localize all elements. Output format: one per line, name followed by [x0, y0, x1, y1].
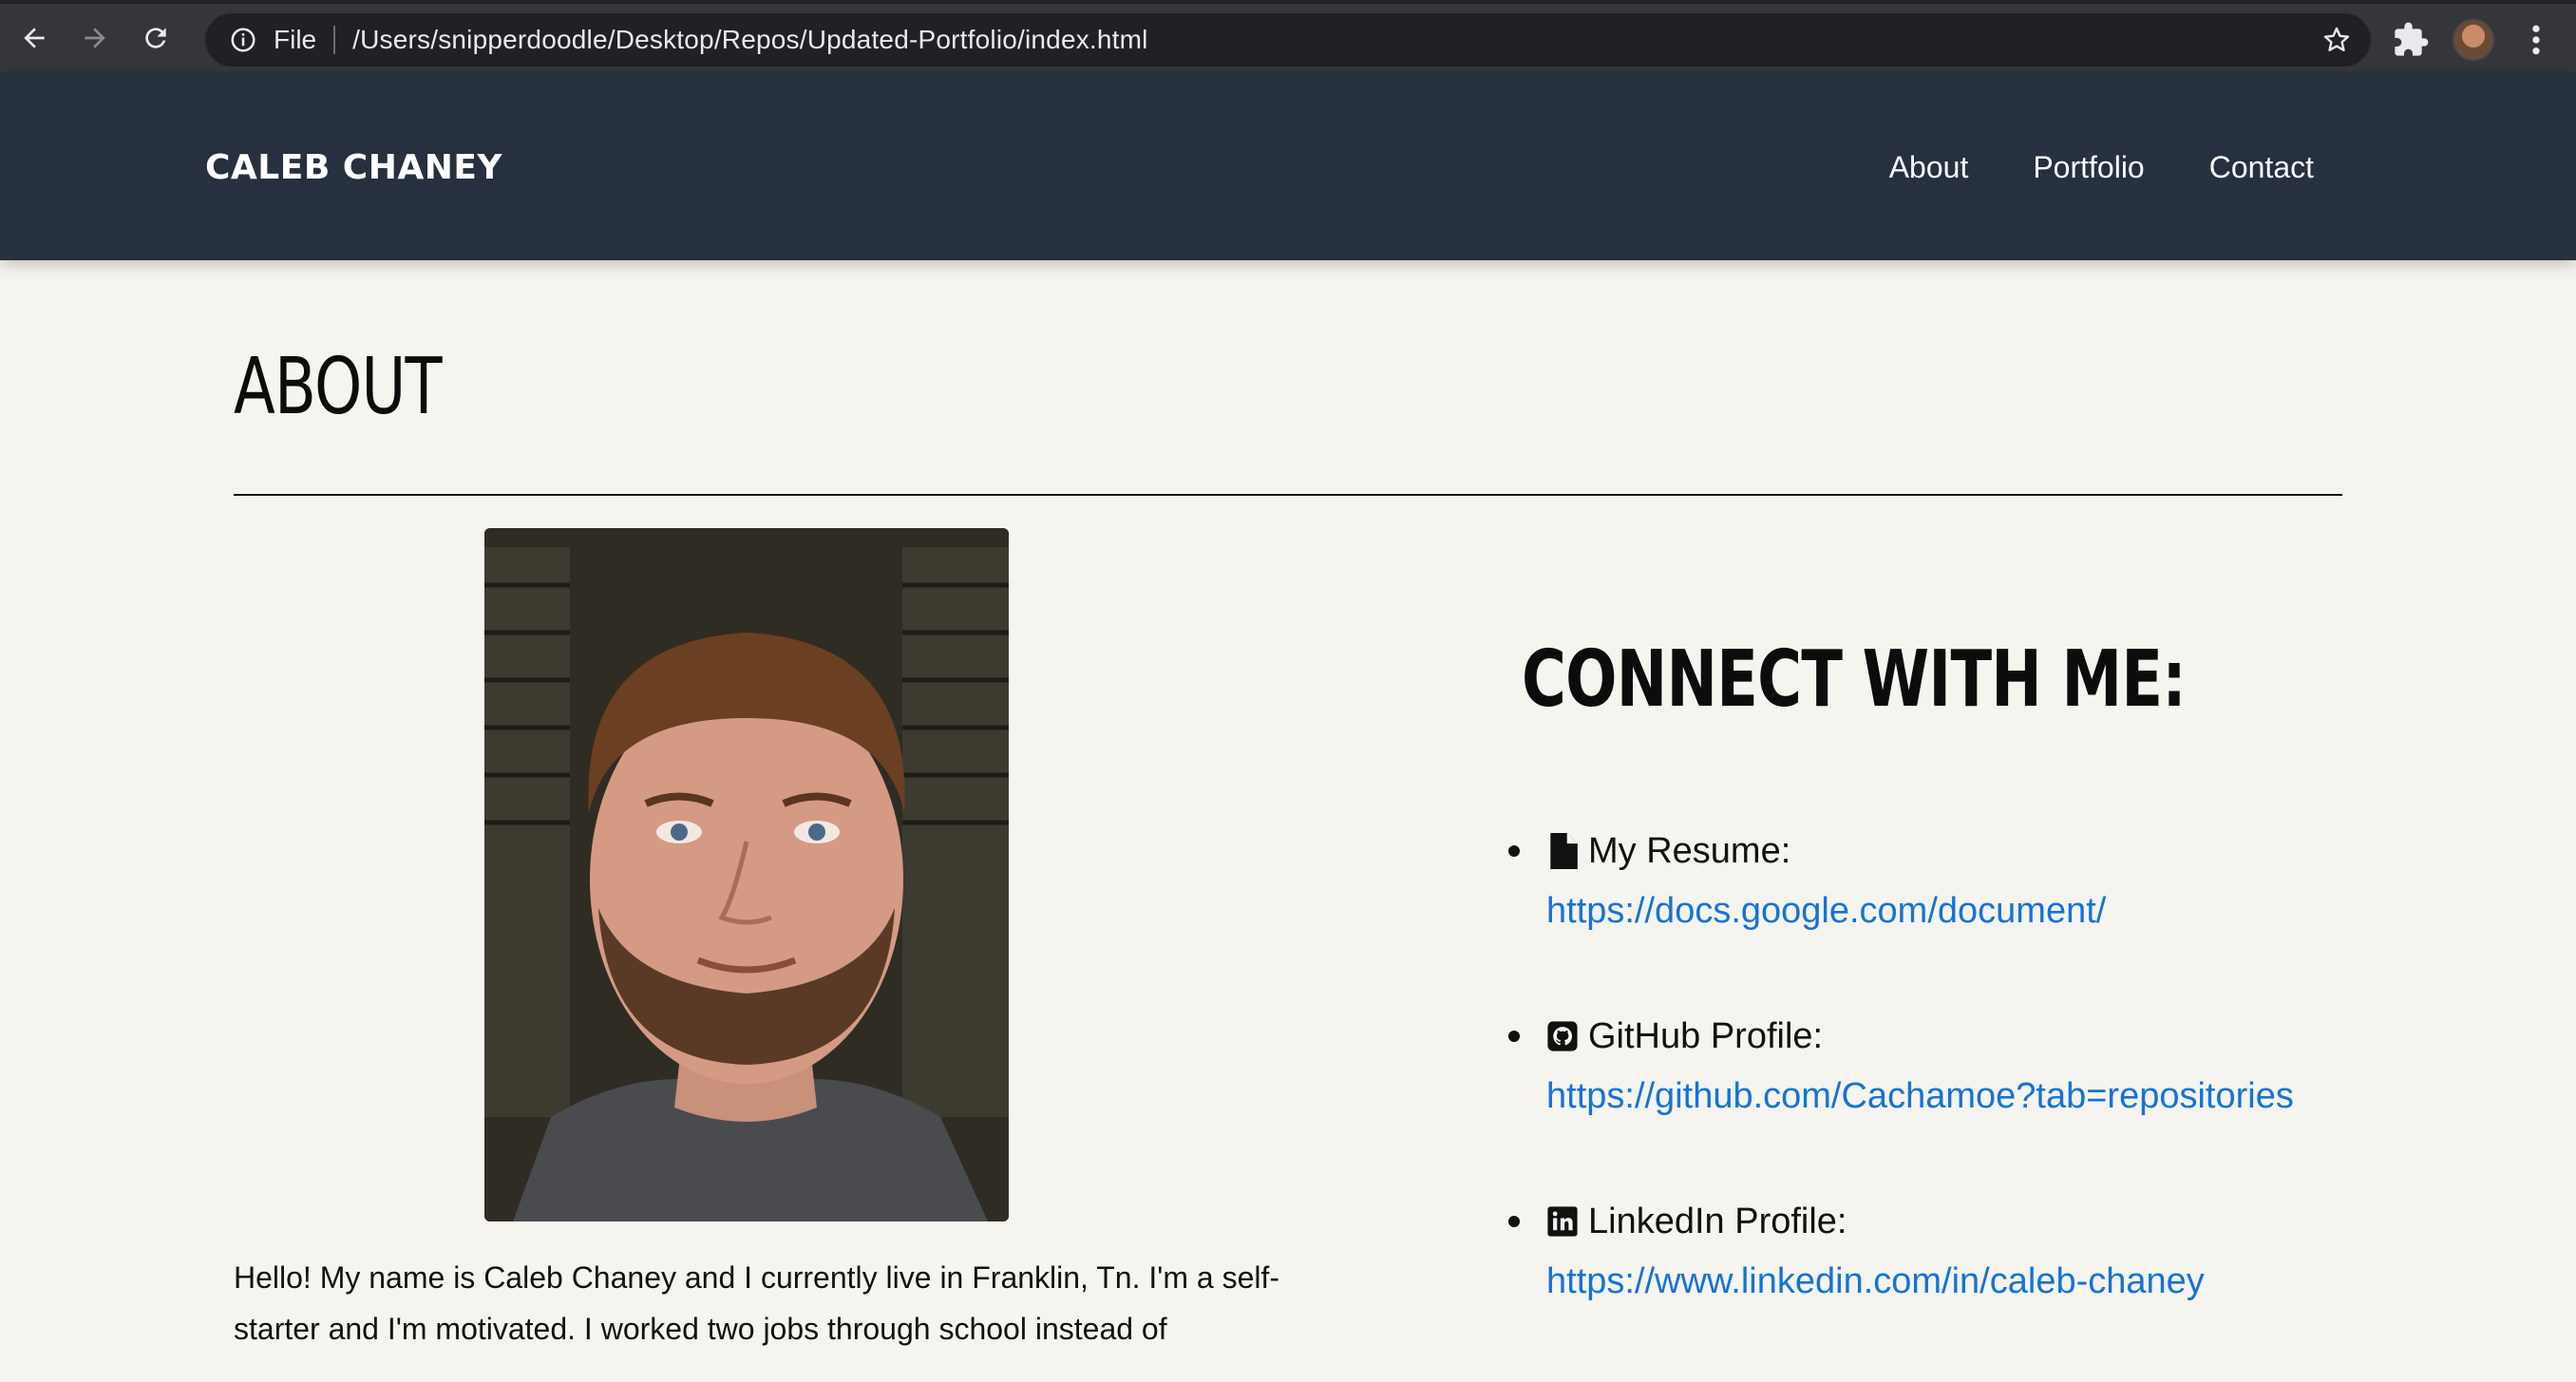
arrow-right-icon: [85, 28, 105, 48]
info-icon[interactable]: [228, 25, 258, 55]
url-divider: [333, 26, 336, 54]
address-bar[interactable]: File /Users/snipperdoodle/Desktop/Repos/…: [205, 13, 2371, 66]
nav-about-link[interactable]: About: [1889, 150, 1969, 185]
linkedin-icon: [1547, 1206, 1578, 1237]
list-bullet: [1508, 1031, 1520, 1042]
more-vert-icon[interactable]: [2523, 21, 2549, 59]
list-bullet: [1508, 1216, 1520, 1227]
bio-paragraph: Hello! My name is Caleb Chaney and I cur…: [234, 1260, 1280, 1346]
back-button[interactable]: [8, 11, 61, 65]
github-icon: [1547, 1021, 1578, 1051]
list-bullet: [1508, 845, 1520, 857]
reload-button[interactable]: [129, 11, 182, 65]
file-scheme-label: File: [274, 25, 317, 54]
site-nav: About Portfolio Contact: [1889, 150, 2314, 185]
github-label: GitHub Profile:: [1588, 1015, 1824, 1056]
profile-photo: [484, 528, 1009, 1221]
nav-portfolio-link[interactable]: Portfolio: [2033, 150, 2144, 185]
connect-list: My Resume: https://docs.google.com/docum…: [1501, 826, 2451, 1382]
list-item-linkedin: LinkedIn Profile: https://www.linkedin.c…: [1501, 1197, 2451, 1302]
list-item-github: GitHub Profile: https://github.com/Cacha…: [1501, 1012, 2451, 1117]
forward-button[interactable]: [68, 11, 122, 65]
resume-label: My Resume:: [1588, 830, 1791, 871]
connect-heading: CONNECT WITH ME:: [1522, 634, 2187, 725]
profile-avatar[interactable]: [2453, 19, 2494, 61]
section-divider: [234, 494, 2342, 496]
nav-contact-link[interactable]: Contact: [2209, 150, 2314, 185]
star-icon[interactable]: [2321, 25, 2352, 55]
linkedin-link[interactable]: https://www.linkedin.com/in/caleb-chaney: [1546, 1261, 2451, 1302]
url-text[interactable]: /Users/snipperdoodle/Desktop/Repos/Updat…: [352, 25, 1147, 55]
list-item-resume: My Resume: https://docs.google.com/docum…: [1501, 826, 2451, 932]
file-icon: [1550, 833, 1578, 869]
about-heading: ABOUT: [234, 342, 443, 432]
arrow-left-icon: [24, 28, 45, 48]
browser-toolbar: File /Users/snipperdoodle/Desktop/Repos/…: [0, 0, 2576, 72]
resume-link[interactable]: https://docs.google.com/document/: [1546, 891, 2451, 932]
extensions-icon[interactable]: [2392, 21, 2430, 59]
github-link[interactable]: https://github.com/Cachamoe?tab=reposito…: [1546, 1076, 2451, 1117]
reload-icon: [145, 28, 166, 48]
site-header: CALEB CHANEY About Portfolio Contact: [0, 72, 2576, 260]
site-brand[interactable]: CALEB CHANEY: [205, 148, 502, 187]
linkedin-label: LinkedIn Profile:: [1588, 1201, 1847, 1241]
